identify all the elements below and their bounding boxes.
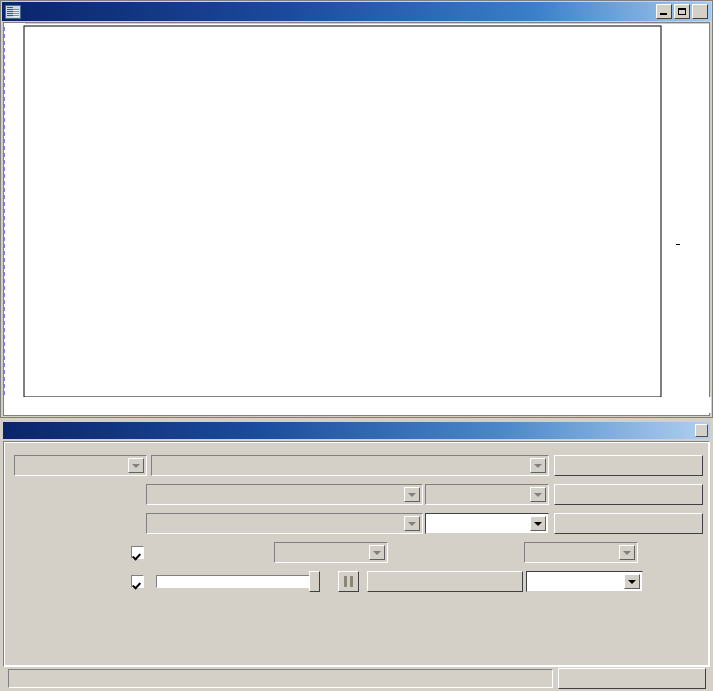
maximize-button[interactable] — [674, 4, 690, 19]
time-axis — [6, 397, 711, 413]
visual-speed-slider-thumb[interactable] — [309, 571, 320, 592]
chart-title-bar[interactable] — [2, 2, 711, 21]
expert-mode-dropdown[interactable] — [14, 455, 147, 476]
tester-close-button[interactable] — [695, 424, 708, 437]
visual-mode-checkbox[interactable] — [131, 575, 144, 588]
date-row — [5, 542, 708, 564]
tester-panel — [0, 419, 713, 691]
symbol-dropdown[interactable] — [146, 484, 423, 505]
model-row — [5, 513, 708, 535]
symbol-row — [5, 484, 708, 506]
from-date-dropdown[interactable] — [274, 542, 388, 563]
stop-button[interactable] — [558, 668, 706, 689]
close-icon — [693, 5, 707, 18]
skip-to-date-dropdown[interactable] — [526, 571, 643, 592]
window-controls — [656, 4, 708, 19]
tester-title-bar[interactable] — [3, 422, 710, 439]
tester-body — [3, 441, 710, 667]
chart-window — [0, 0, 713, 418]
chart-window-icon — [5, 4, 21, 19]
expert-file-dropdown[interactable] — [151, 455, 549, 476]
chart-canvas-area[interactable] — [3, 22, 711, 416]
visual-mode-row — [5, 571, 708, 593]
close-button[interactable] — [692, 4, 708, 19]
to-date-dropdown[interactable] — [524, 542, 638, 563]
test-progress-bar — [8, 669, 553, 688]
pause-button[interactable] — [338, 571, 359, 592]
period-dropdown[interactable] — [425, 484, 549, 505]
metatrader-strategy-tester-window — [0, 0, 713, 691]
visual-speed-slider[interactable] — [156, 575, 319, 588]
price-chart — [4, 23, 709, 398]
chevron-down-icon[interactable] — [530, 458, 546, 473]
model-dropdown[interactable] — [146, 513, 423, 534]
chevron-down-icon[interactable] — [128, 458, 144, 473]
use-date-checkbox[interactable] — [131, 546, 144, 559]
symbol-properties-button[interactable] — [554, 484, 703, 505]
tester-settings-form — [5, 443, 708, 665]
expert-row — [5, 455, 708, 477]
expert-properties-button[interactable] — [554, 455, 703, 476]
minimize-button[interactable] — [656, 4, 672, 19]
open-chart-button[interactable] — [554, 513, 703, 534]
chevron-down-icon[interactable] — [404, 516, 420, 531]
chevron-down-icon[interactable] — [404, 487, 420, 502]
chevron-down-icon[interactable] — [619, 545, 635, 560]
chevron-down-icon[interactable] — [624, 574, 640, 589]
current-price-tag — [676, 244, 680, 245]
skip-to-button[interactable] — [367, 571, 523, 592]
spread-dropdown[interactable] — [425, 513, 549, 534]
chevron-down-icon[interactable] — [369, 545, 385, 560]
chevron-down-icon[interactable] — [530, 516, 546, 531]
chevron-down-icon[interactable] — [530, 487, 546, 502]
